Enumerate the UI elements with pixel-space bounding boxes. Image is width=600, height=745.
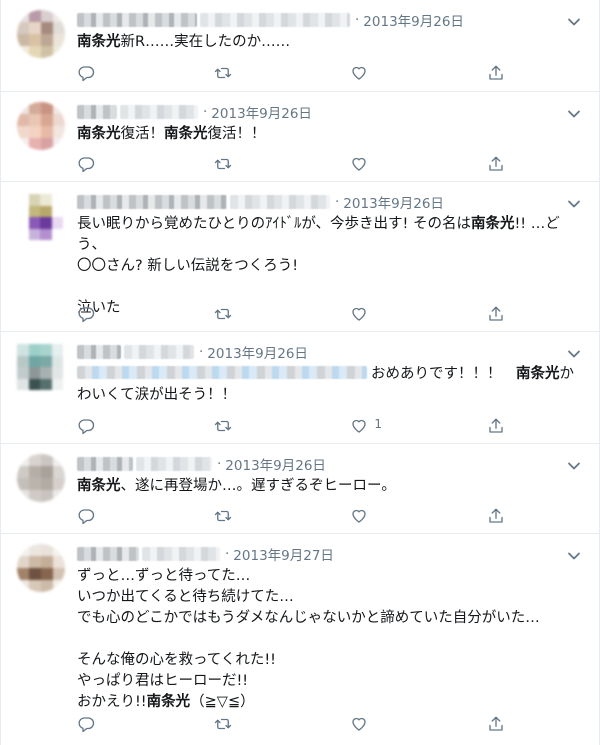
reply-icon[interactable] xyxy=(77,154,97,174)
tweet[interactable]: · 2013年9月27日 ずっと…ずっと待ってた… いつか出てくると待ち続けてた… xyxy=(1,534,599,745)
share-icon[interactable] xyxy=(487,416,507,436)
chevron-down-icon[interactable] xyxy=(567,458,581,472)
tweet-text: ずっと…ずっと待ってた… いつか出てくると待ち続けてた… でも心のどこかではもう… xyxy=(77,568,540,710)
chevron-down-icon[interactable] xyxy=(567,14,581,28)
tweet-date[interactable]: 2013年9月26日 xyxy=(211,102,312,122)
share-icon[interactable] xyxy=(487,304,507,324)
tweet-actions: 1 xyxy=(77,416,507,436)
reply-icon[interactable] xyxy=(77,63,97,83)
avatar[interactable] xyxy=(17,544,65,592)
retweet-icon[interactable] xyxy=(214,304,234,324)
tweet-header: · 2013年9月26日 xyxy=(77,192,585,212)
tweet-text: おめありです！！！ 南条光かわいくて涙が出そう！！ xyxy=(77,366,574,403)
keyword-highlight: 南条光 xyxy=(164,126,208,142)
tweet-actions xyxy=(77,506,507,526)
like-count: 1 xyxy=(374,417,382,431)
share-icon[interactable] xyxy=(487,714,507,734)
user-name-redacted[interactable] xyxy=(77,195,227,209)
user-name-redacted[interactable] xyxy=(77,457,133,471)
tweet-text: 南条光、遂に再登場か…。遅すぎるぞヒーロー。 xyxy=(77,478,396,494)
tweet-text: 南条光新R……実在したのか…… xyxy=(77,34,291,50)
avatar[interactable] xyxy=(17,10,65,58)
timeline: · 2013年9月26日 南条光新R……実在したのか…… · 2013年9月26… xyxy=(0,0,600,745)
mention-redacted[interactable] xyxy=(77,366,367,379)
avatar[interactable] xyxy=(17,194,63,240)
avatar[interactable] xyxy=(17,102,65,150)
tweet-header: · 2013年9月26日 xyxy=(77,10,585,30)
tweet[interactable]: · 2013年9月26日 おめありです！！！ 南条光かわいくて涙が出そう！！ 1 xyxy=(1,332,599,444)
user-handle-redacted xyxy=(136,457,212,471)
retweet-icon[interactable] xyxy=(214,714,234,734)
retweet-icon[interactable] xyxy=(214,506,234,526)
tweet-date[interactable]: 2013年9月26日 xyxy=(343,192,444,212)
chevron-down-icon[interactable] xyxy=(567,548,581,562)
user-handle-redacted xyxy=(124,345,194,359)
tweet-header: · 2013年9月26日 xyxy=(77,342,585,362)
user-handle-redacted xyxy=(120,105,198,119)
user-name-redacted[interactable] xyxy=(77,105,117,119)
user-name-redacted[interactable] xyxy=(77,547,139,561)
tweet-actions xyxy=(77,304,507,324)
keyword-highlight: 南条光 xyxy=(146,694,191,710)
chevron-down-icon[interactable] xyxy=(567,106,581,120)
reply-icon[interactable] xyxy=(77,304,97,324)
tweet-text: 南条光復活！南条光復活！！ xyxy=(77,126,266,142)
reply-icon[interactable] xyxy=(77,506,97,526)
retweet-icon[interactable] xyxy=(214,416,234,436)
tweet-date[interactable]: 2013年9月26日 xyxy=(363,10,464,30)
keyword-highlight: 南条光 xyxy=(77,126,121,142)
tweet[interactable]: · 2013年9月26日 長い眠りから覚めたひとりのｱｲﾄﾞﾙが、今歩き出す! … xyxy=(1,182,599,332)
heart-icon[interactable] xyxy=(350,63,370,83)
chevron-down-icon[interactable] xyxy=(567,196,581,210)
tweet-header: · 2013年9月26日 xyxy=(77,102,585,122)
user-handle-redacted xyxy=(230,195,330,209)
keyword-highlight: 南条光 xyxy=(77,34,121,50)
reply-icon[interactable] xyxy=(77,714,97,734)
keyword-highlight: 南条光 xyxy=(470,216,515,232)
tweet[interactable]: · 2013年9月26日 南条光新R……実在したのか…… xyxy=(1,0,599,92)
heart-icon[interactable] xyxy=(350,154,370,174)
keyword-highlight: 南条光 xyxy=(516,366,560,382)
tweet-date[interactable]: 2013年9月26日 xyxy=(225,454,326,474)
user-name-redacted[interactable] xyxy=(77,345,121,359)
reply-icon[interactable] xyxy=(77,416,97,436)
avatar[interactable] xyxy=(17,344,63,390)
user-handle-redacted xyxy=(200,13,350,27)
heart-icon[interactable]: 1 xyxy=(350,416,382,436)
user-name-redacted[interactable] xyxy=(77,13,197,27)
avatar[interactable] xyxy=(17,454,65,502)
chevron-down-icon[interactable] xyxy=(567,346,581,360)
tweet-actions xyxy=(77,714,507,734)
share-icon[interactable] xyxy=(487,154,507,174)
tweet[interactable]: · 2013年9月26日 南条光、遂に再登場か…。遅すぎるぞヒーロー。 xyxy=(1,444,599,534)
tweet[interactable]: · 2013年9月26日 南条光復活！南条光復活！！ xyxy=(1,92,599,182)
tweet-actions xyxy=(77,154,507,174)
tweet-actions xyxy=(77,63,507,83)
retweet-icon[interactable] xyxy=(214,63,234,83)
heart-icon[interactable] xyxy=(350,506,370,526)
heart-icon[interactable] xyxy=(350,304,370,324)
tweet-date[interactable]: 2013年9月26日 xyxy=(207,342,308,362)
keyword-highlight: 南条光 xyxy=(77,478,121,494)
share-icon[interactable] xyxy=(487,63,507,83)
retweet-icon[interactable] xyxy=(214,154,234,174)
tweet-header: · 2013年9月26日 xyxy=(77,454,585,474)
heart-icon[interactable] xyxy=(350,714,370,734)
share-icon[interactable] xyxy=(487,506,507,526)
tweet-header: · 2013年9月27日 xyxy=(77,544,585,564)
user-handle-redacted xyxy=(142,547,220,561)
tweet-date[interactable]: 2013年9月27日 xyxy=(233,544,334,564)
